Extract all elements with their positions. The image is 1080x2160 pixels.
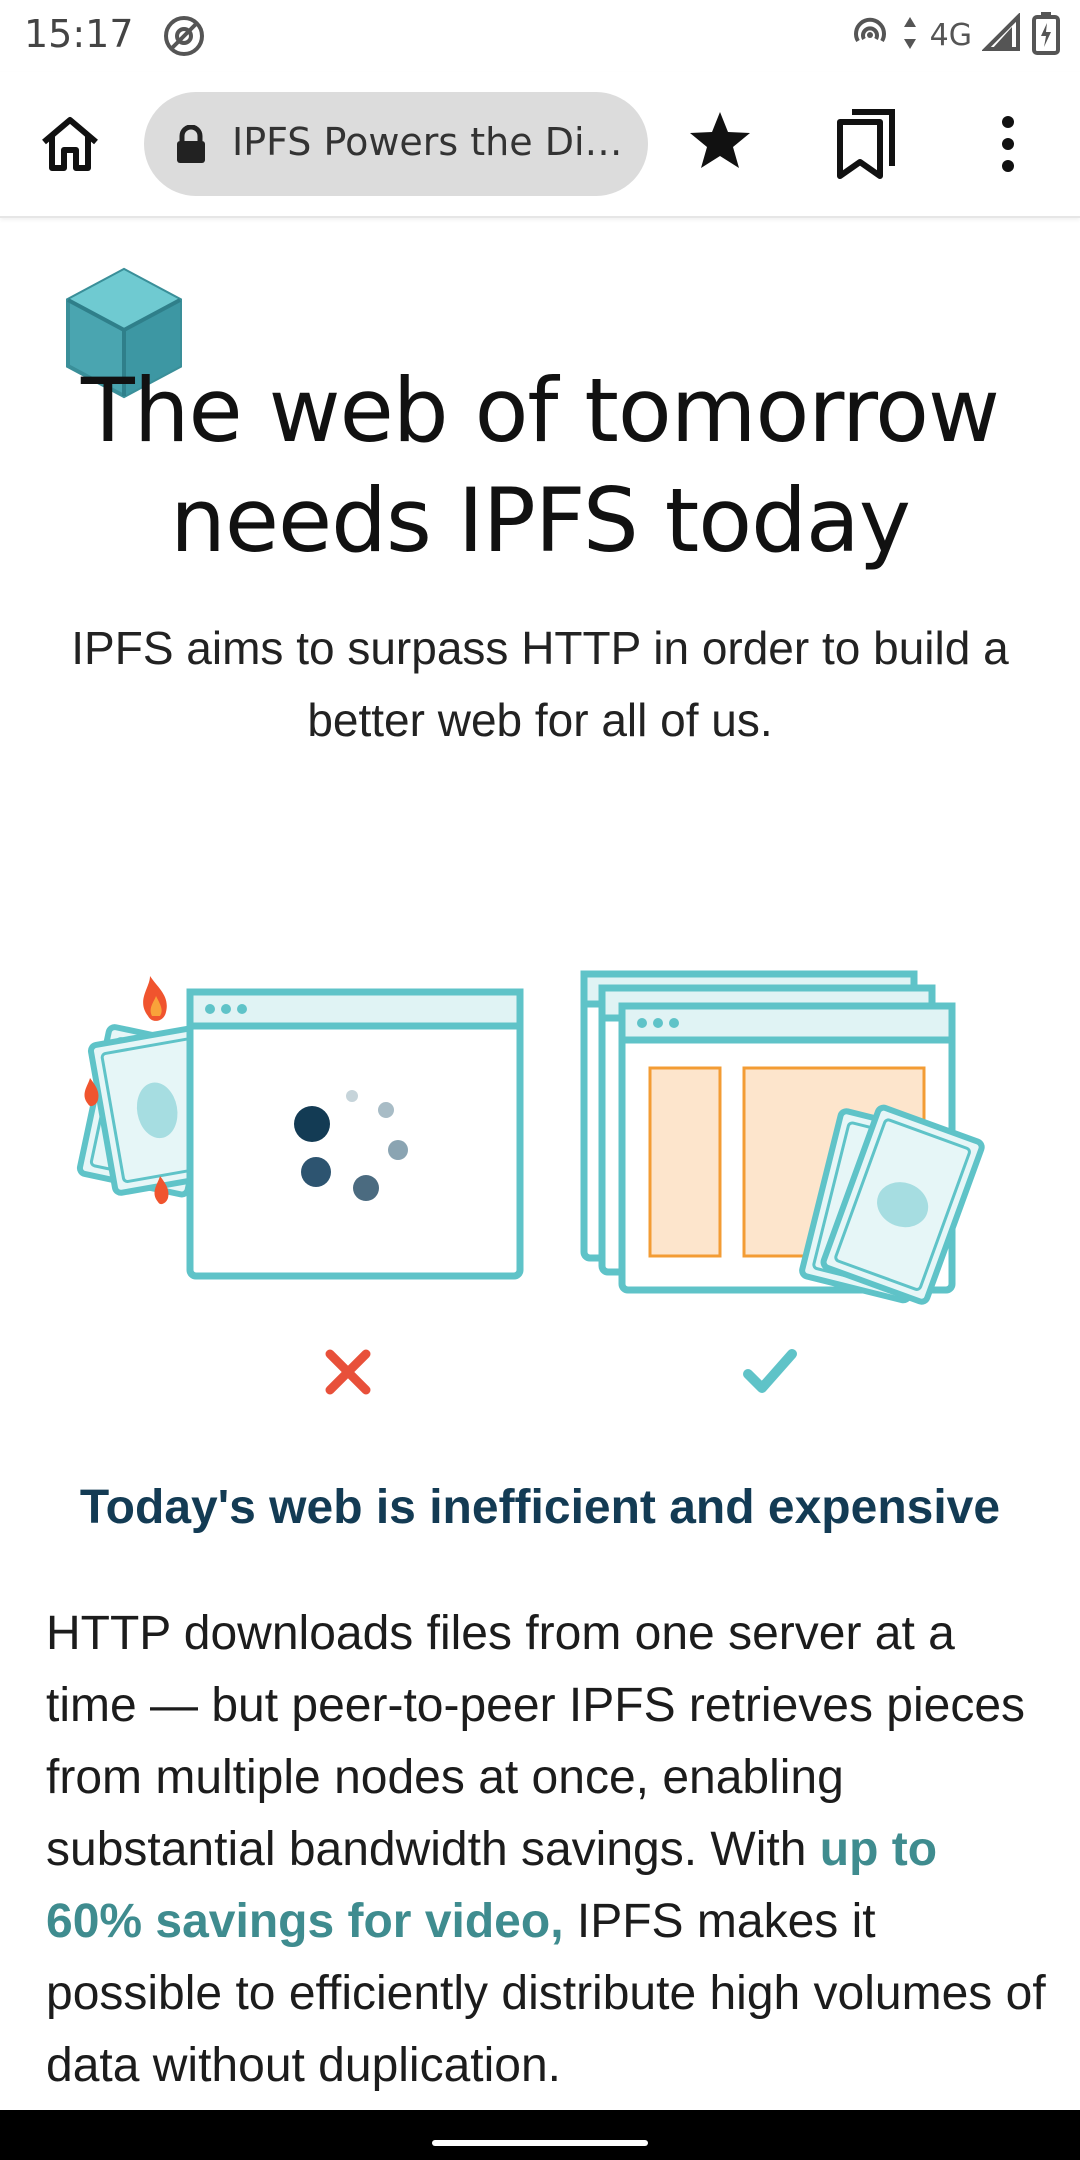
network-type: 4G	[929, 17, 972, 53]
loading-window-icon	[186, 988, 524, 1280]
status-icons: 4G	[850, 10, 1060, 60]
browser-toolbar: IPFS Powers the Di…	[0, 72, 1080, 218]
url-title: IPFS Powers the Di…	[232, 120, 623, 164]
home-button[interactable]	[38, 112, 102, 176]
comparison-illustration	[70, 956, 1010, 1341]
bookmark-star-button[interactable]	[688, 108, 752, 172]
headline-line-1: The web of tomorrow	[81, 359, 1000, 462]
system-nav-bar	[0, 2110, 1080, 2160]
fast-windows-icon	[580, 970, 985, 1305]
headline-line-2: needs IPFS today	[170, 469, 911, 572]
star-icon	[688, 112, 752, 176]
home-icon	[38, 117, 102, 180]
gesture-handle[interactable]	[432, 2140, 648, 2146]
battery-icon	[1032, 11, 1060, 60]
accept-check-icon	[742, 1346, 798, 1403]
more-vert-icon	[992, 116, 1024, 180]
hotspot-icon	[850, 13, 890, 58]
hero-subline: IPFS aims to surpass HTTP in order to bu…	[71, 622, 1009, 746]
page-headline: The web of tomorrow needs IPFS today	[0, 356, 1080, 576]
status-time: 15:17	[24, 12, 134, 56]
signal-icon	[981, 11, 1022, 58]
section-title: Today's web is inefficient and expensive	[79, 1481, 1001, 1534]
status-bar: 15:17 4G	[0, 0, 1080, 72]
bookmarks-icon	[834, 109, 898, 184]
section-body: HTTP downloads files from one server at …	[46, 1598, 1046, 2102]
bookmarks-button[interactable]	[834, 108, 898, 180]
at-sign-icon	[160, 12, 208, 65]
lock-icon	[174, 124, 208, 170]
data-arrows-icon	[900, 13, 920, 58]
reject-x-icon	[322, 1346, 374, 1403]
more-menu-button[interactable]	[992, 112, 1024, 176]
url-bar[interactable]: IPFS Powers the Di…	[144, 92, 648, 196]
